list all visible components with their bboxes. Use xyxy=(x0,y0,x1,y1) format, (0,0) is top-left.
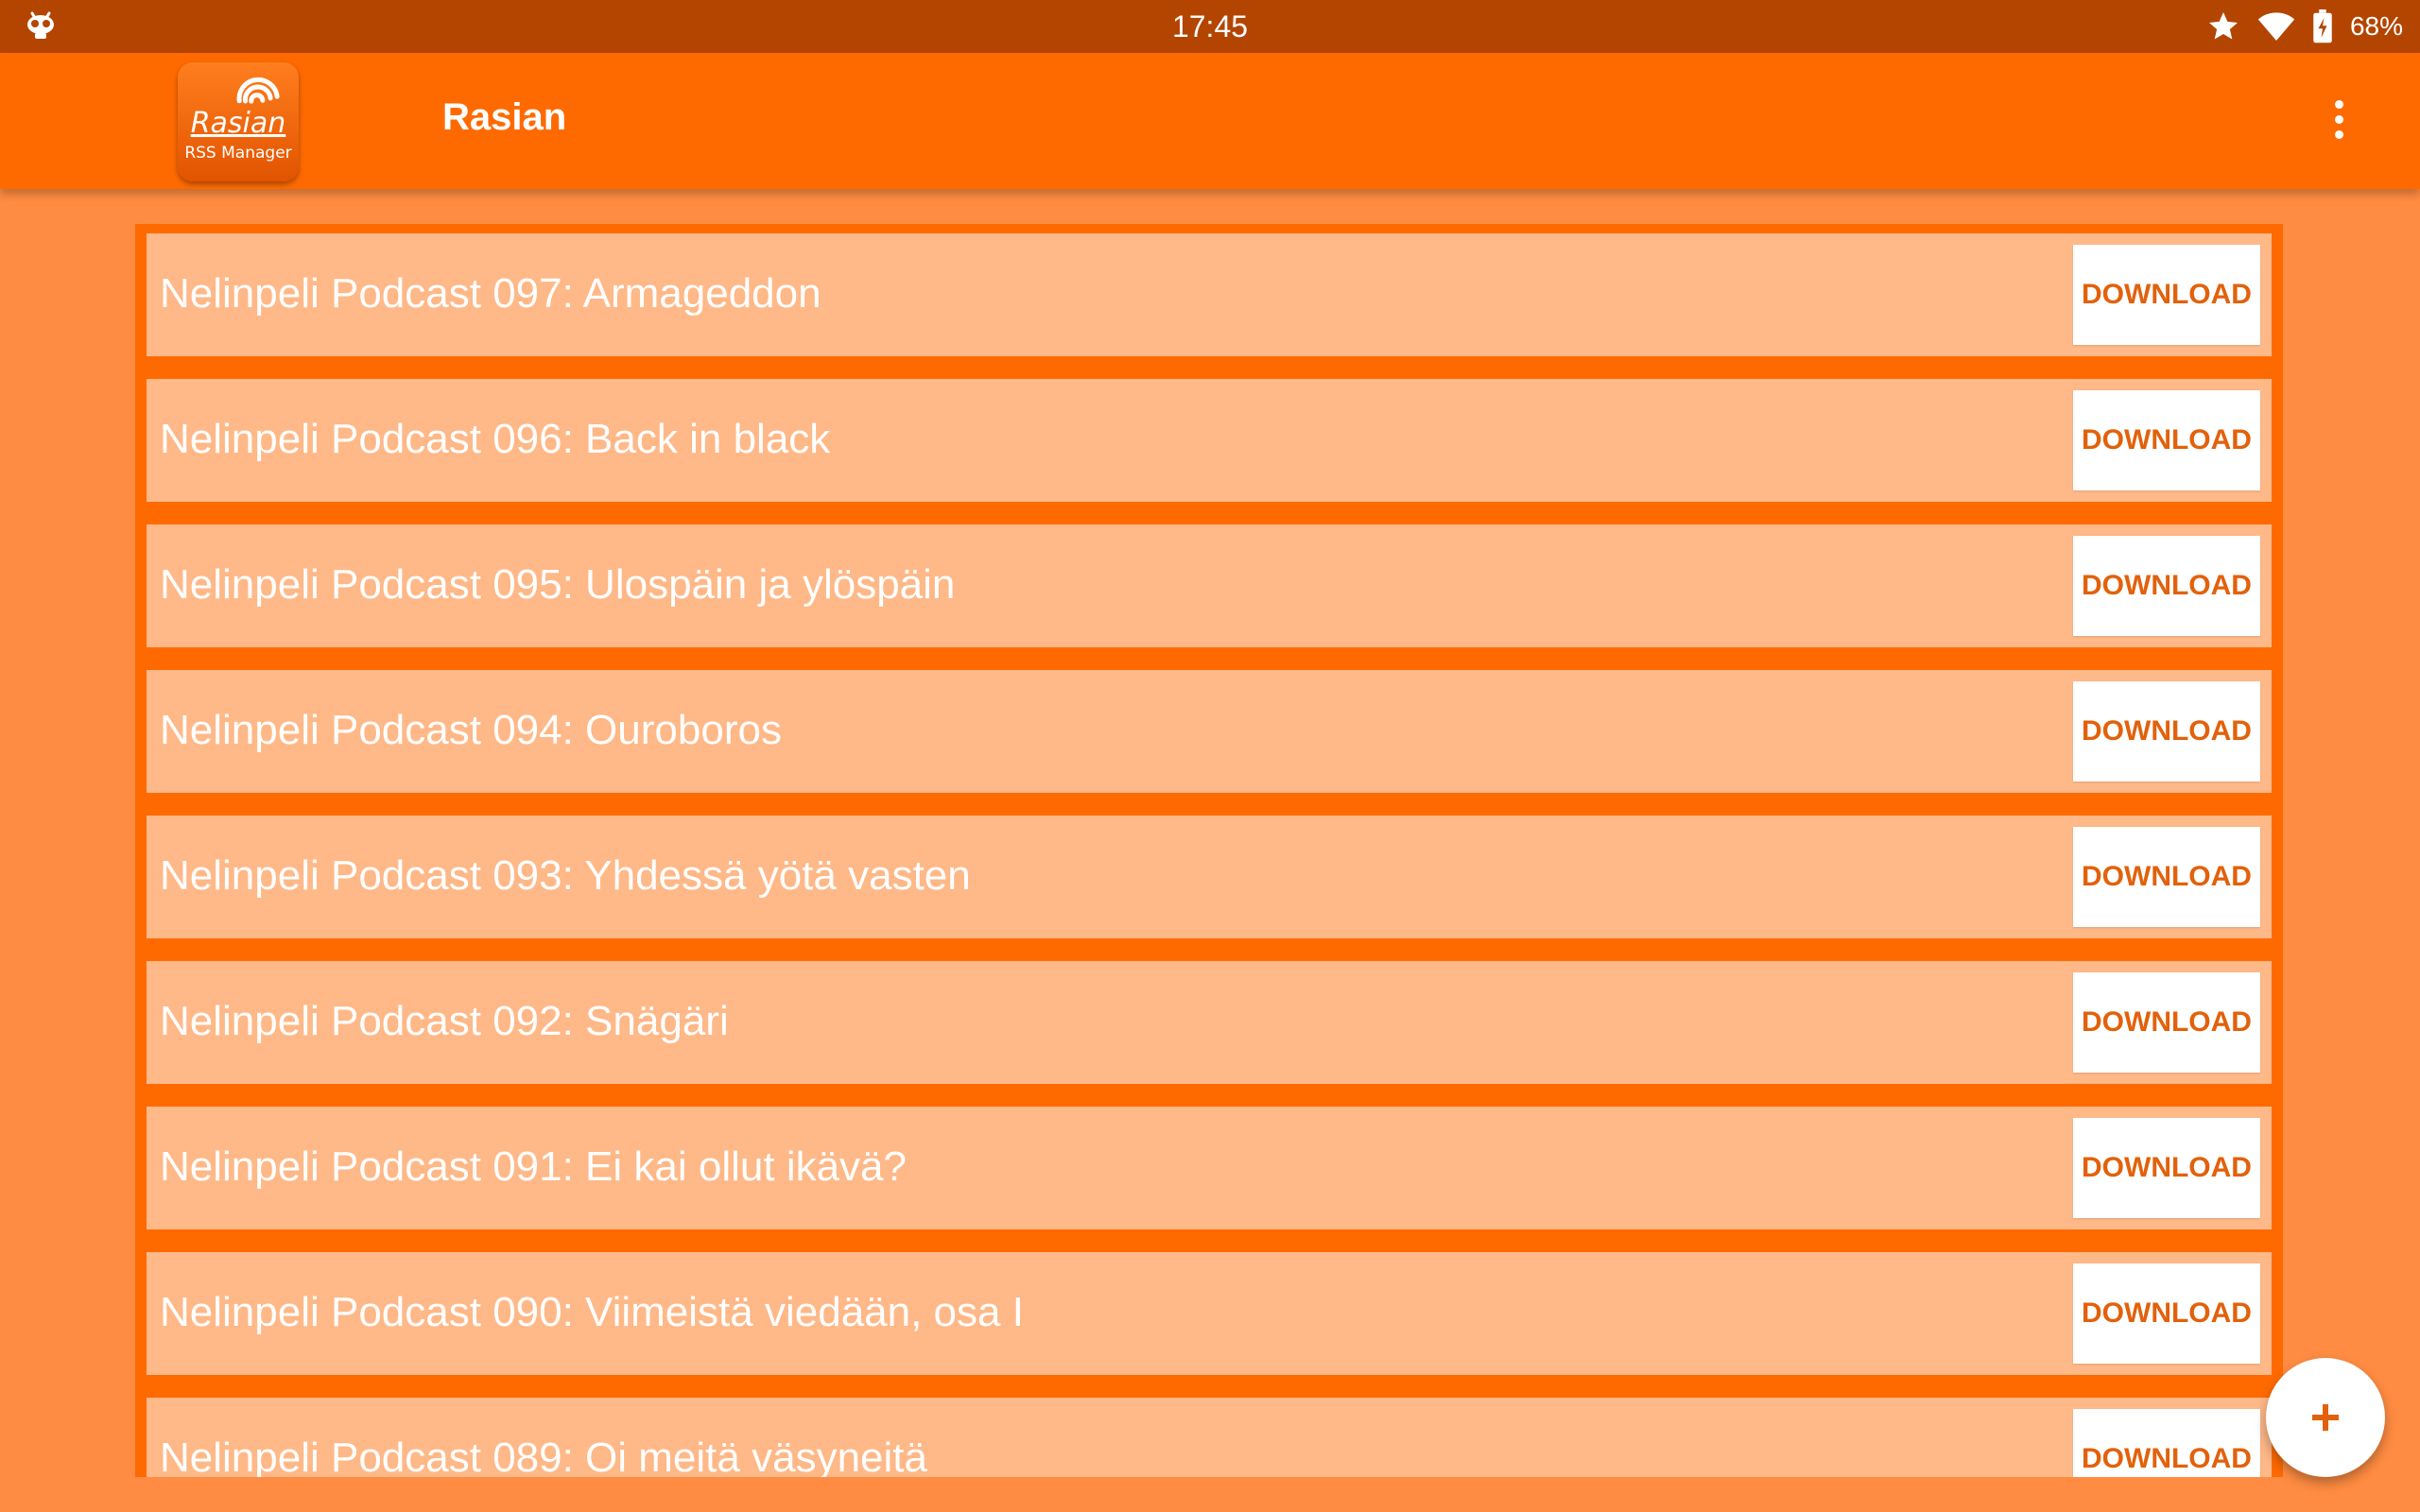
download-button[interactable]: DOWNLOAD xyxy=(2073,1263,2260,1364)
episode-row[interactable]: Nelinpeli Podcast 095: Ulospäin ja ylösp… xyxy=(147,524,2272,647)
episode-title: Nelinpeli Podcast 089: Oi meitä väsyneit… xyxy=(160,1435,927,1477)
add-feed-button[interactable] xyxy=(2266,1358,2385,1477)
episode-title: Nelinpeli Podcast 093: Yhdessä yötä vast… xyxy=(160,852,971,899)
download-button[interactable]: DOWNLOAD xyxy=(2073,972,2260,1073)
app-bar: Rasian RSS Manager Rasian xyxy=(0,53,2420,189)
plus-icon xyxy=(2312,1404,2339,1431)
more-vert-icon-dot xyxy=(2334,114,2343,124)
episode-title: Nelinpeli Podcast 095: Ulospäin ja ylösp… xyxy=(160,561,956,608)
download-button[interactable]: DOWNLOAD xyxy=(2073,1409,2260,1477)
download-button[interactable]: DOWNLOAD xyxy=(2073,681,2260,782)
wifi-icon xyxy=(2257,12,2295,41)
download-button[interactable]: DOWNLOAD xyxy=(2073,1118,2260,1218)
clock: 17:45 xyxy=(1171,9,1249,43)
logo-subtitle: RSS Manager xyxy=(184,144,292,163)
download-button[interactable]: DOWNLOAD xyxy=(2073,390,2260,490)
app-logo: Rasian RSS Manager xyxy=(178,62,299,181)
episode-title: Nelinpeli Podcast 091: Ei kai ollut ikäv… xyxy=(160,1143,908,1190)
download-button[interactable]: DOWNLOAD xyxy=(2073,827,2260,927)
episode-title: Nelinpeli Podcast 097: Armageddon xyxy=(160,270,821,317)
battery-charging-icon xyxy=(2313,9,2332,43)
battery-level: 68% xyxy=(2349,11,2403,41)
episode-row[interactable]: Nelinpeli Podcast 094: Ouroboros DOWNLOA… xyxy=(147,670,2272,793)
episode-row[interactable]: Nelinpeli Podcast 092: Snägäri DOWNLOAD xyxy=(147,961,2272,1084)
logo-name: Rasian xyxy=(190,107,286,140)
status-icons: 68% xyxy=(2206,9,2403,44)
episode-title: Nelinpeli Podcast 092: Snägäri xyxy=(160,998,729,1044)
star-icon xyxy=(2208,12,2238,40)
more-options-button[interactable] xyxy=(2320,91,2358,147)
app-title: Rasian xyxy=(442,96,567,138)
episode-list[interactable]: Nelinpeli Podcast 097: Armageddon DOWNLO… xyxy=(135,224,2283,1477)
episode-row[interactable]: Nelinpeli Podcast 096: Back in black DOW… xyxy=(147,379,2272,502)
episode-row[interactable]: Nelinpeli Podcast 091: Ei kai ollut ikäv… xyxy=(147,1107,2272,1229)
episode-title: Nelinpeli Podcast 096: Back in black xyxy=(160,416,831,462)
download-button[interactable]: DOWNLOAD xyxy=(2073,536,2260,636)
more-vert-icon xyxy=(2334,99,2343,109)
episode-row[interactable]: Nelinpeli Podcast 097: Armageddon DOWNLO… xyxy=(147,233,2272,356)
episode-title: Nelinpeli Podcast 090: Viimeistä viedään… xyxy=(160,1289,1024,1335)
status-bar: 17:45 68% xyxy=(0,0,2420,53)
episode-row[interactable]: Nelinpeli Podcast 093: Yhdessä yötä vast… xyxy=(147,816,2272,938)
episode-row[interactable]: Nelinpeli Podcast 089: Oi meitä väsyneit… xyxy=(147,1398,2272,1477)
episode-row[interactable]: Nelinpeli Podcast 090: Viimeistä viedään… xyxy=(147,1252,2272,1375)
more-vert-icon-dot xyxy=(2334,129,2343,139)
download-button[interactable]: DOWNLOAD xyxy=(2073,245,2260,345)
episode-title: Nelinpeli Podcast 094: Ouroboros xyxy=(160,707,782,753)
